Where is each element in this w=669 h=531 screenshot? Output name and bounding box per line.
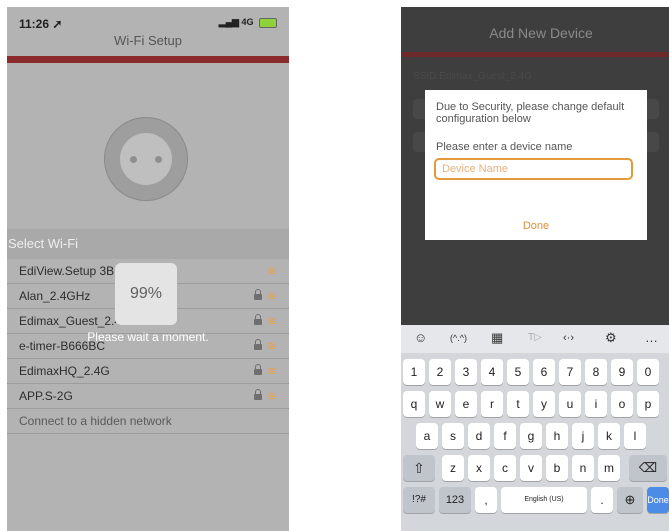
wifi-icon: ≋: [266, 314, 277, 328]
key-h[interactable]: h: [546, 423, 568, 449]
key-t[interactable]: t: [507, 391, 529, 417]
wifi-setup-screen: 11:26 ➚ ▂▄▆ 4G Wi-Fi Setup Select Wi-Fi …: [7, 7, 289, 531]
key-c[interactable]: c: [494, 455, 516, 481]
keyboard-done-button[interactable]: Done: [647, 487, 669, 513]
key-s[interactable]: s: [442, 423, 464, 449]
key-n[interactable]: n: [572, 455, 594, 481]
period-key[interactable]: .: [591, 487, 613, 513]
kaomoji-icon[interactable]: (^.^): [450, 333, 467, 343]
key-5[interactable]: 5: [507, 359, 529, 385]
key-b[interactable]: b: [546, 455, 568, 481]
done-button[interactable]: Done: [425, 220, 647, 232]
outlet-pin: [155, 156, 162, 163]
device-name-input[interactable]: [434, 158, 633, 180]
header-divider: [7, 56, 289, 63]
key-z[interactable]: z: [442, 455, 464, 481]
dialog-prompt: Please enter a device name: [436, 141, 573, 153]
key-g[interactable]: g: [520, 423, 542, 449]
lock-icon: [253, 364, 262, 376]
key-r[interactable]: r: [481, 391, 503, 417]
lock-icon: [253, 314, 262, 326]
page-title: Add New Device: [489, 25, 593, 41]
key-q[interactable]: q: [403, 391, 425, 417]
wifi-list-item[interactable]: APP.S-2G ≋: [7, 384, 289, 409]
section-header: Select Wi-Fi: [7, 229, 289, 259]
key-1[interactable]: 1: [403, 359, 425, 385]
key-8[interactable]: 8: [585, 359, 607, 385]
backspace-key[interactable]: ⌫: [629, 455, 667, 481]
key-7[interactable]: 7: [559, 359, 581, 385]
network-type: 4G: [241, 17, 254, 27]
hidden-network-label: Connect to a hidden network: [19, 414, 172, 428]
wifi-icon: ≋: [266, 364, 277, 378]
wifi-name: Alan_2.4GHz: [19, 289, 91, 303]
key-a[interactable]: a: [416, 423, 438, 449]
battery-icon: [259, 17, 277, 28]
key-l[interactable]: l: [624, 423, 646, 449]
space-key[interactable]: English (US): [501, 487, 587, 513]
wait-message: Please wait a moment.: [87, 330, 209, 344]
key-m[interactable]: m: [598, 455, 620, 481]
key-9[interactable]: 9: [611, 359, 633, 385]
outlet-pin: [130, 156, 137, 163]
wifi-name: EdiView.Setup 3B: [19, 264, 115, 278]
wifi-name: EdimaxHQ_2.4G: [19, 364, 110, 378]
keyboard-toolbar: ☺ (^.^) ▦ T▷ ‹·› ⚙ …: [401, 325, 669, 353]
key-d[interactable]: d: [468, 423, 490, 449]
outlet-face: [120, 133, 172, 185]
numbers-key[interactable]: 123: [439, 487, 471, 513]
lock-icon: [253, 339, 262, 351]
signal-icon: ▂▄▆: [218, 17, 239, 27]
key-6[interactable]: 6: [533, 359, 555, 385]
key-u[interactable]: u: [559, 391, 581, 417]
ssid-label: SSID:Edimax_Guest_2.4G: [413, 71, 532, 82]
wifi-icon: ≋: [266, 289, 277, 303]
key-4[interactable]: 4: [481, 359, 503, 385]
shift-key[interactable]: ⇧: [403, 455, 435, 481]
wifi-name: APP.S-2G: [19, 389, 73, 403]
device-name-dialog: Due to Security, please change default c…: [425, 90, 647, 240]
power-outlet-icon: [104, 117, 188, 201]
status-indicators: ▂▄▆ 4G: [219, 17, 277, 28]
lock-icon: [253, 389, 262, 401]
key-x[interactable]: x: [468, 455, 490, 481]
header-divider: [401, 52, 669, 57]
dialog-message: Due to Security, please change default c…: [436, 101, 625, 125]
lock-icon: [253, 289, 262, 301]
translate-icon[interactable]: T▷: [528, 332, 542, 343]
hidden-network-item[interactable]: Connect to a hidden network: [7, 409, 289, 434]
settings-gear-icon[interactable]: ⚙: [605, 330, 617, 346]
key-i[interactable]: i: [585, 391, 607, 417]
progress-indicator: 99%: [115, 263, 177, 325]
wifi-icon: ≋: [266, 264, 277, 278]
key-0[interactable]: 0: [637, 359, 659, 385]
status-time: 11:26 ➚: [19, 17, 63, 31]
globe-icon[interactable]: ⊕: [617, 487, 643, 513]
key-w[interactable]: w: [429, 391, 451, 417]
key-e[interactable]: e: [455, 391, 477, 417]
wifi-list-item[interactable]: EdimaxHQ_2.4G ≋: [7, 359, 289, 384]
key-3[interactable]: 3: [455, 359, 477, 385]
key-j[interactable]: j: [572, 423, 594, 449]
key-2[interactable]: 2: [429, 359, 451, 385]
key-f[interactable]: f: [494, 423, 516, 449]
key-o[interactable]: o: [611, 391, 633, 417]
keyboard: ☺ (^.^) ▦ T▷ ‹·› ⚙ … 1 2 3 4 5 6 7 8 9 0…: [401, 325, 669, 531]
comma-key[interactable]: ,: [475, 487, 497, 513]
wifi-name: Edimax_Guest_2.4G: [19, 314, 131, 328]
add-device-screen: Add New Device SSID:Edimax_Guest_2.4G Du…: [401, 7, 669, 531]
clipboard-icon[interactable]: ▦: [491, 330, 503, 346]
key-p[interactable]: p: [637, 391, 659, 417]
page-title: Wi-Fi Setup: [114, 33, 182, 48]
key-y[interactable]: y: [533, 391, 555, 417]
emoji-icon[interactable]: ☺: [414, 330, 427, 345]
symbols-key[interactable]: !?#: [403, 487, 435, 513]
key-v[interactable]: v: [520, 455, 542, 481]
more-icon[interactable]: …: [645, 330, 658, 345]
wifi-icon: ≋: [266, 389, 277, 403]
cursor-move-icon[interactable]: ‹·›: [563, 332, 574, 344]
key-k[interactable]: k: [598, 423, 620, 449]
